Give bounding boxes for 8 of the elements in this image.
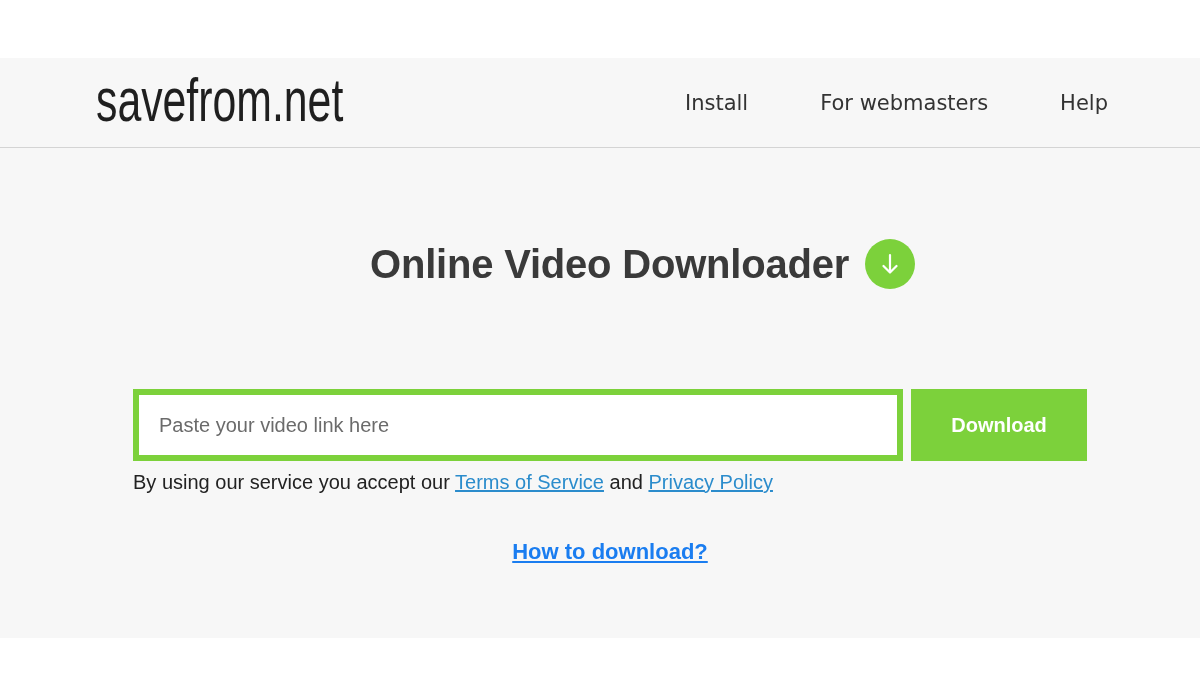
nav-link[interactable]: Help xyxy=(1060,90,1108,115)
nav-link[interactable]: For webmasters xyxy=(820,90,989,115)
site-logo[interactable]: savefrom.net xyxy=(96,69,344,130)
page-title: Online Video Downloader xyxy=(370,241,850,288)
how-to-download-link[interactable]: How to download? xyxy=(512,538,708,566)
nav-link[interactable]: Install xyxy=(684,90,749,115)
video-link-input[interactable]: Paste your video link here xyxy=(133,389,903,461)
terms-notice: By using our service you accept our Terms of Service and Privacy Policy xyxy=(133,470,773,494)
